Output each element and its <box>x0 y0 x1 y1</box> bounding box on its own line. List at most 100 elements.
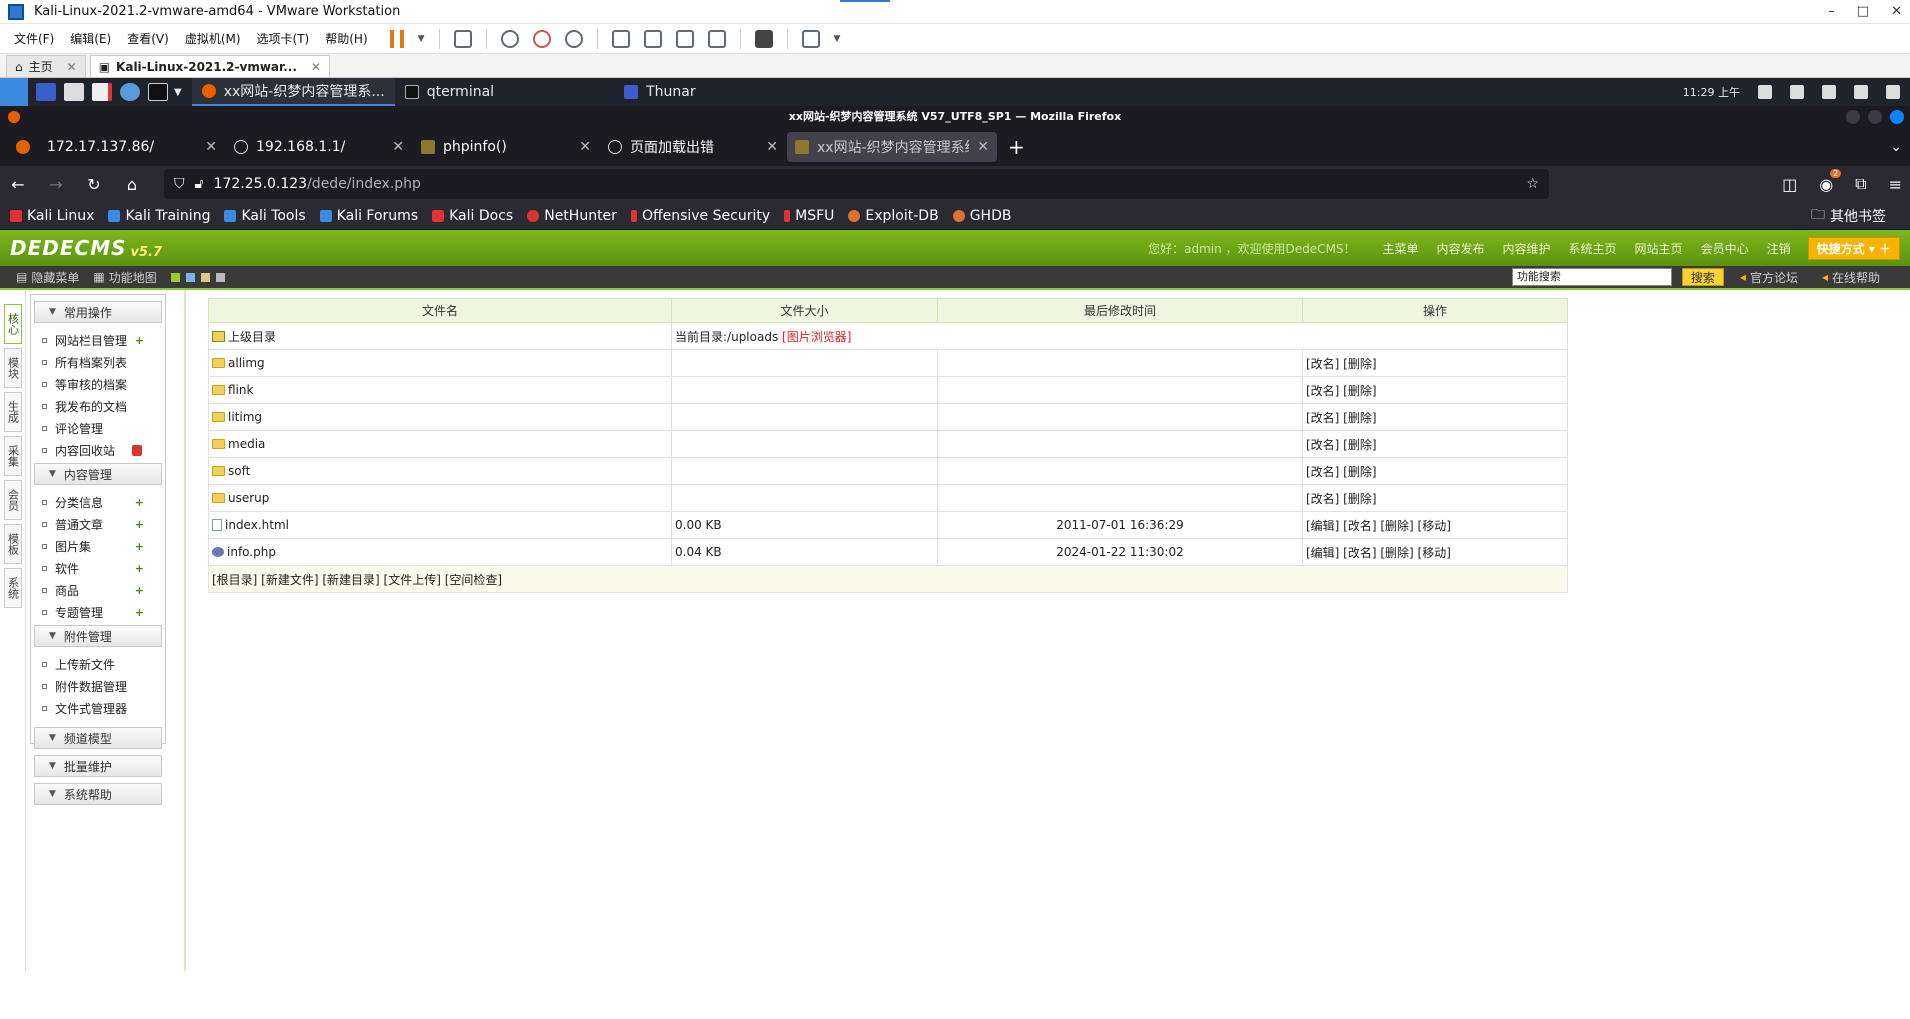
home-icon[interactable]: ⌂ <box>122 175 142 194</box>
sidebar-item-my-docs[interactable]: 我发布的文档 <box>34 395 162 417</box>
desktop-icon[interactable] <box>36 83 56 101</box>
tab-172-17-137-86[interactable]: 172.17.137.86/ ✕ <box>39 132 225 162</box>
close-icon[interactable]: ✕ <box>977 139 989 155</box>
nav-member-center[interactable]: 会员中心 <box>1701 240 1749 257</box>
firefox-view-button[interactable] <box>8 132 38 162</box>
theme-switcher[interactable] <box>170 272 227 282</box>
file-link[interactable]: userup <box>212 491 668 505</box>
nav-logout[interactable]: 注销 <box>1767 240 1791 257</box>
menu-view[interactable]: 查看(V) <box>119 30 177 47</box>
sidebar-item-upload[interactable]: 上传新文件 <box>34 653 162 675</box>
task-qterminal[interactable]: qterminal <box>395 78 504 106</box>
file-actions[interactable]: [改名] [删除] <box>1302 457 1568 485</box>
kali-menu-icon[interactable] <box>0 78 28 106</box>
sidebar-item-recycle[interactable]: 内容回收站 <box>34 439 162 461</box>
file-actions[interactable]: [改名] [删除] <box>1302 349 1568 377</box>
add-icon[interactable]: + <box>135 518 144 531</box>
bookmark-ghdb[interactable]: GHDB <box>952 208 1011 224</box>
console-icon[interactable] <box>754 29 773 48</box>
bookmark-msfu[interactable]: MSFU <box>784 208 834 224</box>
minimize-icon[interactable] <box>1846 110 1860 124</box>
vtab-core[interactable]: 核心 <box>3 304 22 344</box>
tab-dedecms[interactable]: xx网站-织梦内容管理系统 ✕ <box>787 132 997 162</box>
add-icon[interactable]: + <box>135 562 144 575</box>
volume-icon[interactable] <box>1790 85 1804 99</box>
group-common[interactable]: ▼ 常用操作 <box>34 301 162 323</box>
close-icon[interactable]: ✕ <box>579 139 591 155</box>
send-keys-icon[interactable] <box>453 29 472 48</box>
close-icon[interactable]: ✕ <box>1891 4 1902 19</box>
file-toolbar-links[interactable]: [根目录] [新建文件] [新建目录] [文件上传] [空间检查] <box>208 565 1568 593</box>
close-icon[interactable]: ✕ <box>67 60 77 74</box>
power-icon[interactable] <box>1886 85 1900 99</box>
sidebar-item-classified[interactable]: 分类信息 + <box>34 491 162 513</box>
lock-icon[interactable] <box>1854 85 1868 99</box>
close-icon[interactable]: ✕ <box>766 139 778 155</box>
display-icon[interactable] <box>1758 85 1772 99</box>
task-firefox[interactable]: xx网站-织梦内容管理系... <box>191 78 395 106</box>
file-actions[interactable]: [编辑] [改名] [删除] [移动] <box>1302 538 1568 566</box>
terminal-icon[interactable] <box>148 83 168 101</box>
add-icon[interactable]: + <box>135 540 144 553</box>
close-icon[interactable]: ✕ <box>311 60 321 74</box>
function-map-link[interactable]: ▦ 功能地图 <box>93 269 156 286</box>
file-actions[interactable]: [改名] [删除] <box>1302 430 1568 458</box>
add-icon[interactable]: + <box>135 334 144 347</box>
vtab-member[interactable]: 会员 <box>3 480 22 520</box>
recycle-bin-icon[interactable] <box>132 444 142 456</box>
reload-icon[interactable]: ↻ <box>84 175 104 194</box>
bookmark-star-icon[interactable]: ☆ <box>1526 176 1539 192</box>
sidebar-item-topics[interactable]: 专题管理 + <box>34 601 162 623</box>
file-link[interactable]: media <box>212 437 668 451</box>
minimize-icon[interactable]: – <box>1828 4 1835 19</box>
bookmark-kali-forums[interactable]: Kali Forums <box>319 208 418 224</box>
add-icon[interactable]: + <box>135 584 144 597</box>
group-channel-models[interactable]: ▼ 频道模型 <box>34 727 162 749</box>
function-search-input[interactable]: 功能搜索 <box>1511 268 1672 286</box>
file-link[interactable]: flink <box>212 383 668 397</box>
close-icon[interactable]: ✕ <box>205 139 217 155</box>
snapshot-icon[interactable] <box>500 29 519 48</box>
file-actions[interactable]: [改名] [删除] <box>1302 484 1568 512</box>
file-link[interactable]: allimg <box>212 356 668 370</box>
pause-icon[interactable] <box>389 29 404 48</box>
theme-blue-swatch[interactable] <box>185 272 195 282</box>
search-button[interactable]: 搜索 <box>1681 268 1724 286</box>
browser-icon[interactable] <box>120 83 140 101</box>
file-manager-icon[interactable] <box>64 83 84 101</box>
url-bar[interactable]: ⛉ 🔓︎ 172.25.0.123/dede/index.php ☆ <box>164 169 1549 199</box>
back-icon[interactable]: ← <box>8 175 28 194</box>
forward-icon[interactable]: → <box>46 175 66 194</box>
image-browser-link[interactable]: [图片浏览器] <box>782 330 851 344</box>
notification-bell-icon[interactable] <box>1822 85 1836 99</box>
menu-help[interactable]: 帮助(H) <box>317 30 375 47</box>
bookmark-kali-docs[interactable]: Kali Docs <box>432 208 513 224</box>
sidebar-item-comments[interactable]: 评论管理 <box>34 417 162 439</box>
bookmark-kali-linux[interactable]: Kali Linux <box>10 208 94 224</box>
menu-tabs[interactable]: 选项卡(T) <box>249 30 318 47</box>
sidebar-item-images[interactable]: 图片集 + <box>34 535 162 557</box>
file-actions[interactable]: [编辑] [改名] [删除] [移动] <box>1302 511 1568 539</box>
menu-vm[interactable]: 虚拟机(M) <box>177 30 249 47</box>
add-icon[interactable]: + <box>135 606 144 619</box>
file-link[interactable]: soft <box>212 464 668 478</box>
theme-tan-swatch[interactable] <box>200 272 210 282</box>
group-content[interactable]: ▼ 内容管理 <box>34 463 162 485</box>
sidebar-item-file-manager[interactable]: 文件式管理器 <box>34 697 162 719</box>
sidebar-item-articles[interactable]: 普通文章 + <box>34 513 162 535</box>
bookmark-offensive-security[interactable]: Offensive Security <box>630 208 770 224</box>
tab-home[interactable]: ⌂ 主页 ✕ <box>6 55 86 77</box>
file-link[interactable]: litimg <box>212 410 668 424</box>
library-icon[interactable] <box>611 29 630 48</box>
group-batch[interactable]: ▼ 批量维护 <box>34 755 162 777</box>
hamburger-menu-icon[interactable]: ≡ <box>1889 175 1902 194</box>
unity-icon[interactable] <box>707 29 726 48</box>
maximize-icon[interactable] <box>1868 110 1882 124</box>
tab-kali-vm[interactable]: ▣ Kali-Linux-2021.2-vmwar... ✕ <box>89 55 330 77</box>
task-thunar[interactable]: Thunar <box>614 78 706 106</box>
file-link[interactable]: index.html <box>212 518 668 532</box>
vtab-generate[interactable]: 生成 <box>3 392 22 432</box>
nav-content-publish[interactable]: 内容发布 <box>1437 240 1485 257</box>
other-bookmarks[interactable]: 🗀︎ 其他书签 <box>1811 204 1886 228</box>
maximize-icon[interactable]: □ <box>1857 4 1869 19</box>
